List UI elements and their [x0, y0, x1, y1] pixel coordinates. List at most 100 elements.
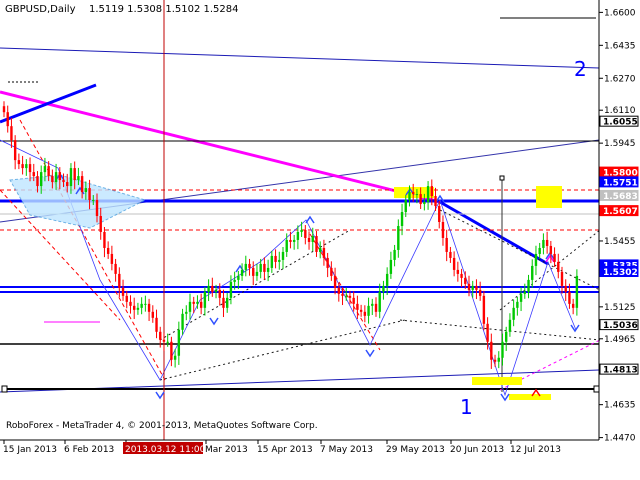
candle-body	[490, 341, 493, 360]
candle-body	[322, 247, 326, 258]
candle	[512, 299, 515, 327]
highlight-box-low	[472, 377, 522, 385]
candle-body	[296, 231, 300, 240]
candle-body	[192, 301, 195, 304]
candle	[106, 241, 110, 259]
crosshair-time-label: 2013.03.12 11:00	[125, 445, 206, 455]
time-label: 15 Jan 2013	[3, 445, 57, 455]
candle-body	[430, 186, 433, 197]
candle-body	[493, 359, 497, 362]
candle	[519, 287, 523, 312]
candle-body	[147, 303, 151, 312]
candle-body	[397, 225, 400, 250]
candle	[497, 351, 500, 369]
candle	[456, 261, 460, 282]
chart-ohlc-values: 1.5119 1.5308 1.5102 1.5284	[89, 4, 239, 15]
candle-body	[177, 329, 181, 356]
candle-body	[69, 168, 73, 187]
candle-body	[519, 293, 523, 302]
candle	[557, 253, 560, 279]
candle-body	[266, 267, 270, 272]
candle	[240, 263, 244, 281]
trend-line-upper	[0, 47, 600, 69]
red-channel-1	[19, 119, 166, 381]
candle	[445, 229, 448, 262]
candle-body	[337, 287, 340, 294]
candle-body	[136, 307, 140, 310]
price-tick-label: 1.5125	[604, 303, 636, 313]
candle	[151, 305, 154, 323]
triangle-pattern	[9, 174, 147, 229]
candle	[412, 183, 415, 202]
price-label-1-5302: 1.5302	[603, 268, 638, 278]
candle-body	[426, 186, 430, 203]
blue-falling-line	[439, 200, 549, 266]
candle-body	[542, 239, 545, 248]
chart-window[interactable]: 1.66001.64351.62701.61101.59451.57801.56…	[0, 0, 640, 480]
candle-body	[80, 176, 84, 193]
candle-body	[512, 307, 515, 320]
candle	[248, 258, 251, 276]
candle	[441, 215, 445, 246]
candle	[166, 333, 169, 347]
candle	[21, 155, 24, 175]
candle-body	[32, 172, 35, 177]
candle-body	[58, 172, 61, 181]
candle	[378, 283, 381, 319]
candle	[356, 295, 359, 320]
candle-body	[92, 200, 95, 202]
candle	[460, 268, 463, 288]
candle	[6, 105, 9, 133]
candle	[274, 249, 277, 269]
candle-body	[304, 229, 307, 238]
candle	[452, 251, 456, 277]
price-chart[interactable]: 1.66001.64351.62701.61101.59451.57801.56…	[0, 0, 640, 480]
candle-body	[114, 263, 117, 274]
candle	[467, 275, 471, 297]
candle-body	[281, 251, 285, 260]
candle	[304, 224, 307, 245]
candle-body	[226, 297, 229, 308]
time-label: 20 Jun 2013	[450, 445, 504, 455]
highlight-box-top	[536, 186, 562, 208]
candle-body	[211, 285, 214, 292]
candle-body	[47, 166, 50, 177]
blue-rising-line	[0, 83, 97, 124]
candle-body	[214, 289, 218, 292]
candle-body	[508, 319, 512, 332]
candle-body	[438, 206, 441, 222]
candle-body	[99, 216, 102, 232]
time-label: 29 May 2013	[386, 445, 445, 455]
candle-body	[419, 194, 422, 205]
chart-copyright: RoboForex - MetaTrader 4, © 2001-2013, M…	[6, 421, 318, 431]
candle-body	[6, 112, 9, 127]
candle-body	[155, 317, 158, 332]
candle-body	[475, 285, 478, 290]
candle-body	[162, 339, 166, 342]
price-label-1-4813: 1.4813	[603, 366, 638, 376]
candle-body	[363, 311, 367, 316]
candle	[226, 292, 229, 313]
candle	[389, 251, 393, 279]
candle-body	[300, 229, 303, 232]
price-label-1-5036: 1.5036	[603, 321, 638, 331]
candle	[478, 281, 482, 301]
candle	[140, 297, 143, 315]
dotted-channel-5	[399, 319, 601, 341]
candle-body	[538, 247, 541, 254]
candle	[359, 304, 363, 317]
candle	[266, 259, 270, 282]
candle-body	[185, 311, 188, 314]
candle-body	[441, 221, 445, 238]
candle-body	[51, 176, 54, 183]
candle-body	[345, 295, 348, 297]
candle-body	[464, 277, 467, 284]
candle-body	[374, 303, 378, 312]
candle-body	[371, 303, 374, 306]
candle-body	[270, 255, 274, 268]
candle	[207, 279, 210, 302]
candle	[333, 267, 337, 295]
candle	[2, 101, 6, 118]
candle-body	[393, 249, 396, 260]
candle-body	[103, 231, 106, 248]
